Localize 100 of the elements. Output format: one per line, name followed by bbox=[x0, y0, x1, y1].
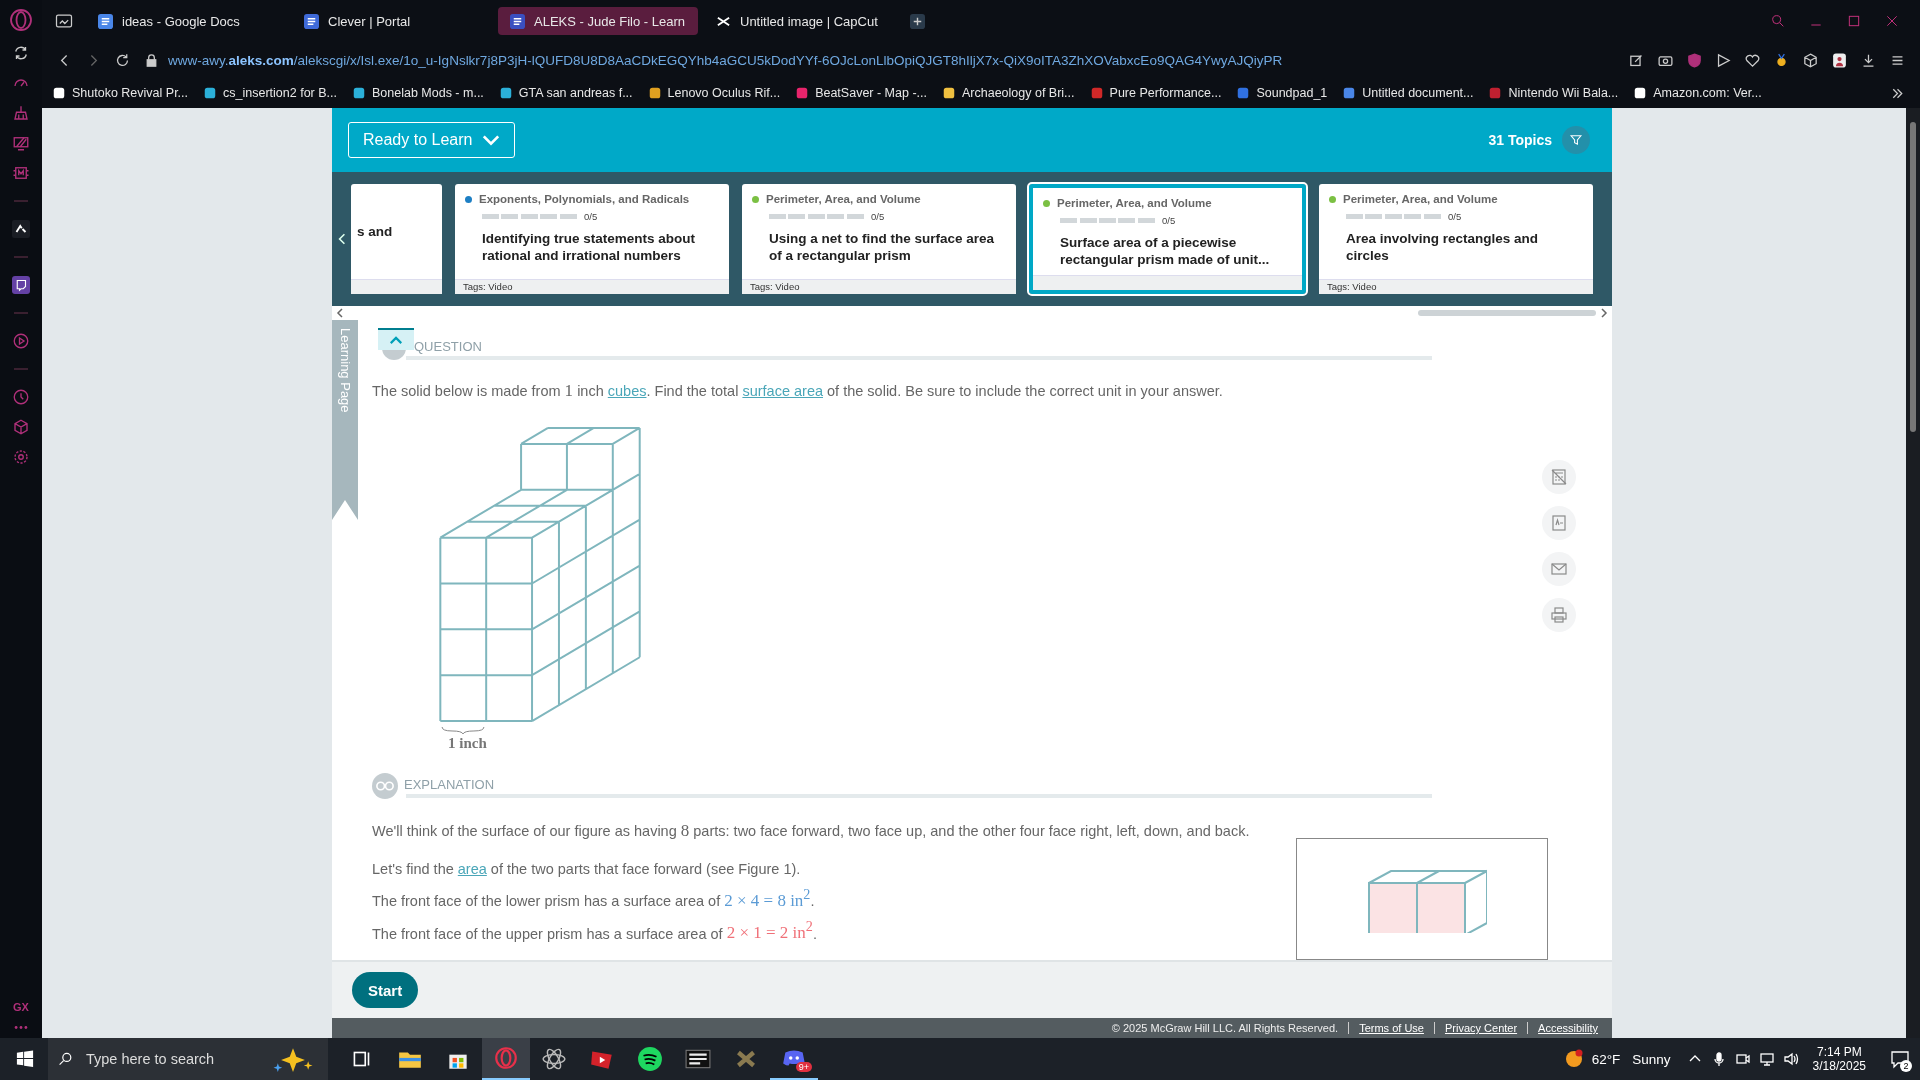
bookmark-item[interactable]: Nintendo Wii Bala... bbox=[1488, 86, 1619, 100]
scrollbar[interactable] bbox=[1906, 108, 1920, 1038]
bookmark-favicon-icon bbox=[352, 86, 366, 100]
more-icon[interactable] bbox=[14, 1025, 28, 1030]
browser-tab[interactable]: ideas - Google Docs bbox=[86, 7, 286, 35]
calculator-icon bbox=[1549, 467, 1569, 487]
cube-icon[interactable] bbox=[1802, 51, 1819, 69]
topic-card[interactable]: Perimeter, Area, and Volume 0/5 Surface area of a piecewise rectangular prism made of unit... bbox=[1029, 184, 1306, 294]
refresh-icon[interactable] bbox=[12, 44, 30, 62]
gx-label: GX bbox=[13, 1001, 29, 1013]
windows-logo-icon[interactable] bbox=[16, 1050, 34, 1068]
notification-icon bbox=[1890, 1049, 1910, 1069]
topic-category: Perimeter, Area, and Volume bbox=[766, 193, 921, 205]
browser-tab[interactable]: Untitled image | CapCut bbox=[704, 7, 904, 35]
chip-icon[interactable] bbox=[12, 164, 30, 182]
send-icon[interactable] bbox=[1715, 51, 1732, 69]
browser-logo-icon[interactable] bbox=[493, 1045, 519, 1071]
reload-icon[interactable] bbox=[114, 51, 131, 69]
topic-category: Perimeter, Area, and Volume bbox=[1343, 193, 1498, 205]
weather-icon[interactable] bbox=[1563, 1049, 1584, 1069]
footer-link[interactable]: Terms of Use bbox=[1348, 1022, 1424, 1034]
clock-icon[interactable] bbox=[12, 388, 30, 406]
avatar-icon[interactable] bbox=[1831, 51, 1848, 69]
shield-icon[interactable] bbox=[1686, 51, 1703, 69]
scroll-right-icon[interactable] bbox=[1600, 308, 1608, 318]
music-app-icon[interactable] bbox=[637, 1046, 663, 1072]
chat-bubble-icon[interactable] bbox=[12, 276, 30, 294]
explanation-text: We'll think of the surface of our figure as having 8 parts: two face forward, two face up, and the other four face right, left, down, and back. bbox=[372, 820, 1251, 843]
scroll-left-icon[interactable] bbox=[336, 308, 344, 318]
bookmark-item[interactable]: Untitled document... bbox=[1342, 86, 1474, 100]
section-heading: QUESTION bbox=[414, 338, 482, 354]
topic-card[interactable]: Perimeter, Area, and Volume 0/5 Using a net to find the surface area of a rectangular prism Tags: Video bbox=[742, 184, 1016, 294]
topic-tags: Tags: Video bbox=[1327, 281, 1377, 292]
browser-logo-icon[interactable] bbox=[9, 8, 33, 32]
copyright-text: © 2025 McGraw Hill LLC. All Rights Reserved. bbox=[1111, 1022, 1339, 1034]
bookmark-favicon-icon bbox=[1488, 86, 1503, 100]
notifications-button[interactable]: 2 bbox=[1880, 1038, 1920, 1080]
scrollbar-thumb[interactable] bbox=[1418, 310, 1596, 316]
speaker-icon[interactable] bbox=[1782, 1051, 1799, 1067]
browser-tab[interactable]: Clever | Portal bbox=[292, 7, 492, 35]
topic-card[interactable]: Exponents, Polynomials, and Radicals 0/5 Identifying true statements about rational and irrational numbers Tags: Video bbox=[455, 184, 729, 294]
dictionary-icon bbox=[1549, 513, 1569, 533]
chevron-left-icon[interactable] bbox=[338, 232, 346, 246]
search-field[interactable]: Type here to search bbox=[48, 1038, 328, 1080]
bookmark-favicon-icon bbox=[1089, 86, 1104, 100]
footer-link[interactable]: Privacy Center bbox=[1433, 1022, 1518, 1034]
new-tab-icon[interactable] bbox=[910, 13, 925, 29]
bookmark-item[interactable]: Shutoko Revival Pr... bbox=[52, 86, 189, 100]
display-icon[interactable] bbox=[12, 134, 30, 152]
atom-icon[interactable] bbox=[541, 1046, 567, 1072]
section-heading: EXPLANATION bbox=[404, 776, 495, 792]
topic-card[interactable]: s and bbox=[351, 184, 442, 294]
filter-button[interactable] bbox=[1562, 126, 1590, 154]
topic-category: Perimeter, Area, and Volume bbox=[1057, 197, 1212, 209]
camera-icon[interactable] bbox=[1734, 1051, 1751, 1067]
broom-icon[interactable] bbox=[12, 104, 30, 122]
figure-label: 1 inch bbox=[448, 735, 487, 753]
collapse-button[interactable] bbox=[378, 328, 414, 350]
tab-favicon-icon bbox=[510, 13, 525, 29]
bookmark-item[interactable]: Amazon.com: Ver... bbox=[1633, 86, 1762, 100]
bookmark-item[interactable]: Bonelab Mods - m... bbox=[352, 86, 484, 100]
bookmark-favicon-icon bbox=[1633, 86, 1648, 100]
browser-tab[interactable]: ALEKS - Jude Filo - Learn bbox=[498, 7, 698, 35]
maximize-icon[interactable] bbox=[1846, 13, 1862, 29]
bookmark-favicon-icon bbox=[795, 86, 810, 100]
chevron-down-icon bbox=[482, 134, 501, 146]
bookmark-favicon-icon bbox=[1236, 86, 1251, 100]
topic-title: Identifying true statements about rational and irrational numbers bbox=[481, 230, 697, 265]
topic-card[interactable]: Perimeter, Area, and Volume 0/5 Area involving rectangles and circles Tags: Video bbox=[1319, 184, 1593, 294]
search-icon[interactable] bbox=[1770, 13, 1786, 29]
bookmark-item[interactable]: Soundpad_1 bbox=[1236, 86, 1328, 100]
explanation-text: The front face of the lower prism has a surface area of 2 × 4 = 8 in$^{2}$. bbox=[372, 885, 816, 912]
weather-label: Sunny bbox=[1632, 1051, 1671, 1067]
bookmark-item[interactable]: cs_insertion2 for B... bbox=[203, 86, 337, 100]
chevron-up-icon bbox=[389, 335, 403, 345]
print-icon bbox=[1549, 605, 1569, 625]
bookmark-item[interactable]: Archaeology of Bri... bbox=[942, 86, 1075, 100]
close-icon[interactable] bbox=[1884, 13, 1900, 29]
bookmark-item[interactable]: GTA san andreas f... bbox=[498, 86, 633, 100]
address-field[interactable]: www-awy.aleks.com/alekscgi/x/Isl.exe/1o_u-IgNslkr7j8P3jH-lQUFD8U8D8AaCDkEGQYhb4aGCU5kDodYYf-6OJcLonLlbOpiQJGT8hIljX7x-QiX9oITA3ZhXOVabxcEo9QAG4YwyAJQiyPR bbox=[168, 52, 1283, 68]
start-button[interactable]: Start bbox=[352, 972, 419, 1008]
search-icon bbox=[58, 1051, 74, 1067]
clock[interactable]: 7:14 PM 3/18/2025 bbox=[1812, 1045, 1866, 1073]
footer-link[interactable]: Accessibility bbox=[1527, 1022, 1598, 1034]
print-button[interactable] bbox=[1542, 598, 1576, 632]
topic-title: Area involving rectangles and circles bbox=[1345, 230, 1540, 265]
bookmark-favicon-icon bbox=[203, 86, 218, 100]
bookmark-item[interactable]: Lenovo Oculus Rif... bbox=[647, 86, 781, 100]
bookmark-item[interactable]: Pure Performance... bbox=[1089, 86, 1222, 100]
explanation-text: Let's find the area of the two parts that face forward (see Figure 1). bbox=[372, 860, 802, 880]
app-logo-icon[interactable] bbox=[12, 220, 30, 238]
progress-count: 0/5 bbox=[871, 211, 885, 222]
bookmark-favicon-icon bbox=[1342, 86, 1357, 100]
bookmark-favicon-icon bbox=[942, 86, 956, 100]
tab-favicon-icon bbox=[98, 13, 113, 29]
network-icon[interactable] bbox=[1758, 1051, 1775, 1067]
topic-tags: Tags: Video bbox=[463, 281, 513, 292]
settings-icon[interactable] bbox=[12, 448, 30, 466]
bookmark-item[interactable]: BeatSaver - Map -... bbox=[795, 86, 927, 100]
topic-title: Using a net to find the surface area of a rectangular prism bbox=[768, 230, 996, 265]
